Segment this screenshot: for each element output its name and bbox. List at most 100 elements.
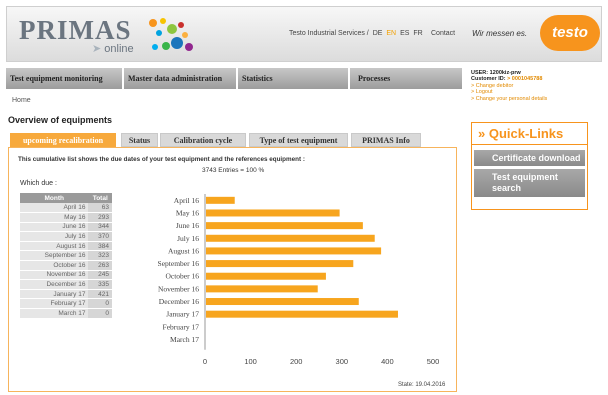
category-label: July 16: [177, 234, 199, 243]
table-row: July 16 370: [20, 231, 112, 242]
nav-statistics[interactable]: Statistics: [238, 68, 350, 89]
month-cell: March 17: [20, 308, 89, 319]
bar[interactable]: [206, 234, 375, 242]
month-cell: June 16: [20, 222, 89, 233]
tab-upcoming-recalibration[interactable]: upcoming recalibration: [10, 133, 116, 147]
bar[interactable]: [206, 209, 340, 217]
category-label: October 16: [165, 272, 199, 281]
logo-subtitle: ➤ online: [92, 43, 134, 55]
month-cell: April 16: [20, 203, 89, 214]
month-cell: November 16: [20, 270, 89, 281]
total-cell: 293: [88, 212, 112, 223]
bar[interactable]: [206, 285, 318, 293]
bar[interactable]: [206, 310, 398, 318]
user-panel: USER: 1200kiz-prw Customer ID: > 0001045…: [471, 70, 547, 102]
category-label: May 16: [176, 208, 199, 217]
table-row: June 16 344: [20, 222, 112, 233]
total-header[interactable]: Total: [88, 193, 112, 203]
x-tick-label: 100: [244, 357, 257, 366]
category-label: February 17: [163, 322, 200, 331]
total-cell: 0: [88, 298, 112, 310]
month-cell: September 16: [20, 250, 89, 262]
month-cell: January 17: [20, 289, 89, 300]
month-cell: July 16: [20, 231, 89, 242]
total-cell: 0: [88, 308, 112, 319]
x-tick-label: 500: [427, 357, 440, 366]
slogan: Wir messen es.: [472, 29, 528, 38]
lang-fr[interactable]: FR: [413, 30, 422, 37]
customer-id-value: > 0001045788: [507, 76, 543, 83]
category-label: August 16: [168, 246, 199, 255]
month-cell: October 16: [20, 260, 89, 271]
table-header-row: Month Total: [20, 193, 112, 203]
total-cell: 335: [88, 279, 112, 290]
tab-status[interactable]: Status: [121, 133, 158, 147]
table-row: August 16 384: [20, 241, 112, 252]
month-cell: December 16: [20, 279, 89, 290]
bar[interactable]: [206, 196, 235, 204]
total-cell: 263: [88, 260, 112, 271]
total-cell: 421: [88, 289, 112, 300]
bar[interactable]: [206, 222, 363, 230]
category-label: December 16: [159, 297, 199, 306]
month-header[interactable]: Month: [20, 193, 89, 203]
x-tick-label: 200: [290, 357, 303, 366]
page-title: Overview of equipments: [8, 115, 113, 125]
table-row: January 17 421: [20, 289, 112, 300]
category-label: September 16: [158, 259, 200, 268]
month-cell: May 16: [20, 212, 89, 223]
quick-links-title: » Quick-Links: [472, 123, 587, 145]
month-cell: August 16: [20, 241, 89, 252]
due-bar-chart: April 16 May 16 June 16 July 16 August 16 Sep…: [158, 194, 440, 366]
contact-link[interactable]: Contact: [431, 30, 455, 37]
bar[interactable]: [206, 298, 359, 306]
due-table: Month Total April 16 63 May 16 293 June 16 34…: [20, 193, 112, 319]
customer-id: Customer ID: > 0001045788: [471, 76, 547, 82]
change-details-link[interactable]: > Change your personal details: [471, 96, 547, 102]
table-row: April 16 63: [20, 203, 112, 214]
total-cell: 370: [88, 231, 112, 242]
entries-count: 3743 Entries = 100 %: [202, 167, 265, 174]
lang-es[interactable]: ES: [400, 30, 409, 37]
testo-logo: testo: [540, 15, 600, 51]
category-label: January 17: [166, 310, 199, 319]
table-row: March 17 0: [20, 308, 112, 319]
tab-primas-info[interactable]: PRIMAS Info: [351, 133, 421, 147]
x-tick-label: 0: [203, 357, 207, 366]
quick-links-panel: » Quick-Links Certificate download Test …: [471, 122, 588, 210]
bar[interactable]: [206, 272, 326, 280]
nav-test-equipment-monitoring[interactable]: Test equipment monitoring: [6, 68, 124, 89]
total-cell: 245: [88, 270, 112, 281]
month-cell: February 17: [20, 298, 89, 310]
total-cell: 344: [88, 222, 112, 233]
lang-en[interactable]: EN: [386, 30, 396, 37]
category-label: November 16: [158, 284, 199, 293]
chart-description: This cumulative list shows the due dates…: [18, 156, 305, 163]
table-row: October 16 263: [20, 260, 112, 271]
category-label: June 16: [176, 221, 199, 230]
bar[interactable]: [206, 247, 382, 255]
which-due-label: Which due :: [20, 180, 57, 187]
x-tick-label: 300: [336, 357, 349, 366]
total-cell: 63: [88, 203, 112, 214]
lang-de[interactable]: DE: [373, 30, 383, 37]
breadcrumb-home[interactable]: Home: [12, 97, 31, 104]
test-equipment-search-button[interactable]: Test equipment search: [474, 169, 585, 197]
nav-processes[interactable]: Processes: [350, 68, 464, 89]
table-row: December 16 335: [20, 279, 112, 290]
state-date: State: 19.04.2016: [398, 382, 446, 388]
header: PRIMAS ➤ online Testo Industrial Service…: [6, 6, 602, 62]
table-row: May 16 293: [20, 212, 112, 223]
tab-calibration-cycle[interactable]: Calibration cycle: [160, 133, 246, 147]
tab-type-of-test-equipment[interactable]: Type of test equipment: [249, 133, 348, 147]
total-cell: 384: [88, 241, 112, 252]
customer-id-label: Customer ID:: [471, 76, 508, 83]
main-nav: Test equipment monitoring Master data ad…: [6, 68, 464, 89]
bar[interactable]: [206, 260, 354, 268]
total-cell: 323: [88, 250, 112, 262]
nav-master-data[interactable]: Master data administration: [124, 68, 238, 89]
table-row: September 16 323: [20, 250, 112, 262]
table-row: November 16 245: [20, 270, 112, 281]
certificate-download-button[interactable]: Certificate download: [474, 150, 585, 166]
category-label: April 16: [174, 196, 199, 205]
